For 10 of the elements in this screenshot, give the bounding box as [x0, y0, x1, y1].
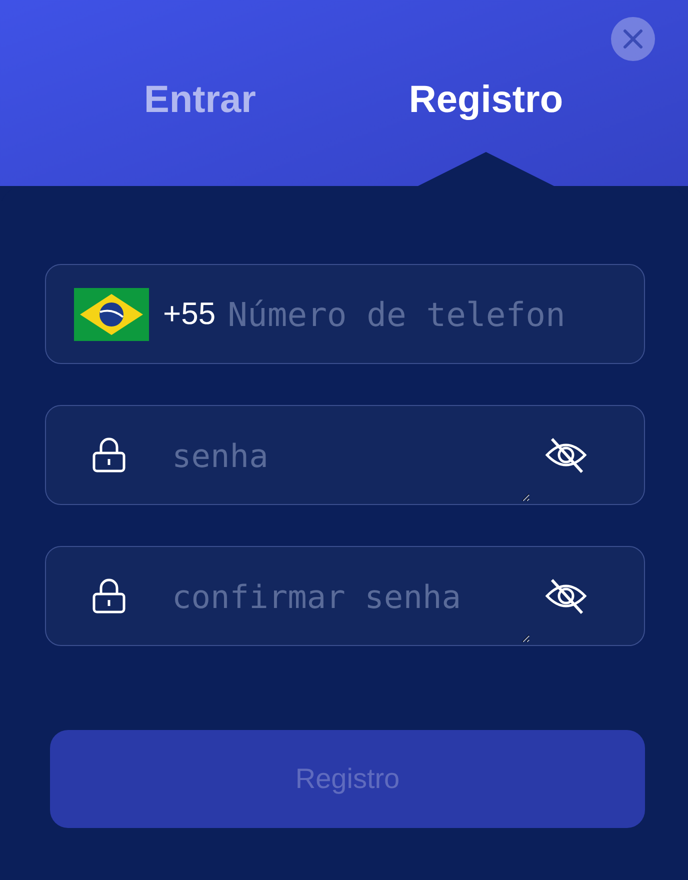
password-field[interactable]: confirmar senha — [45, 546, 645, 646]
tab[interactable]: Registro — [408, 76, 564, 124]
country-code: +55 — [163, 296, 216, 332]
phone-field[interactable]: +55 Número de telefon — [45, 264, 645, 364]
phone-input[interactable]: Número de telefon — [228, 294, 616, 334]
flag-icon — [74, 288, 149, 340]
lock-icon — [92, 578, 126, 614]
lock-icon — [92, 437, 126, 473]
password-field[interactable]: senha — [45, 405, 645, 505]
close-icon — [622, 28, 644, 50]
